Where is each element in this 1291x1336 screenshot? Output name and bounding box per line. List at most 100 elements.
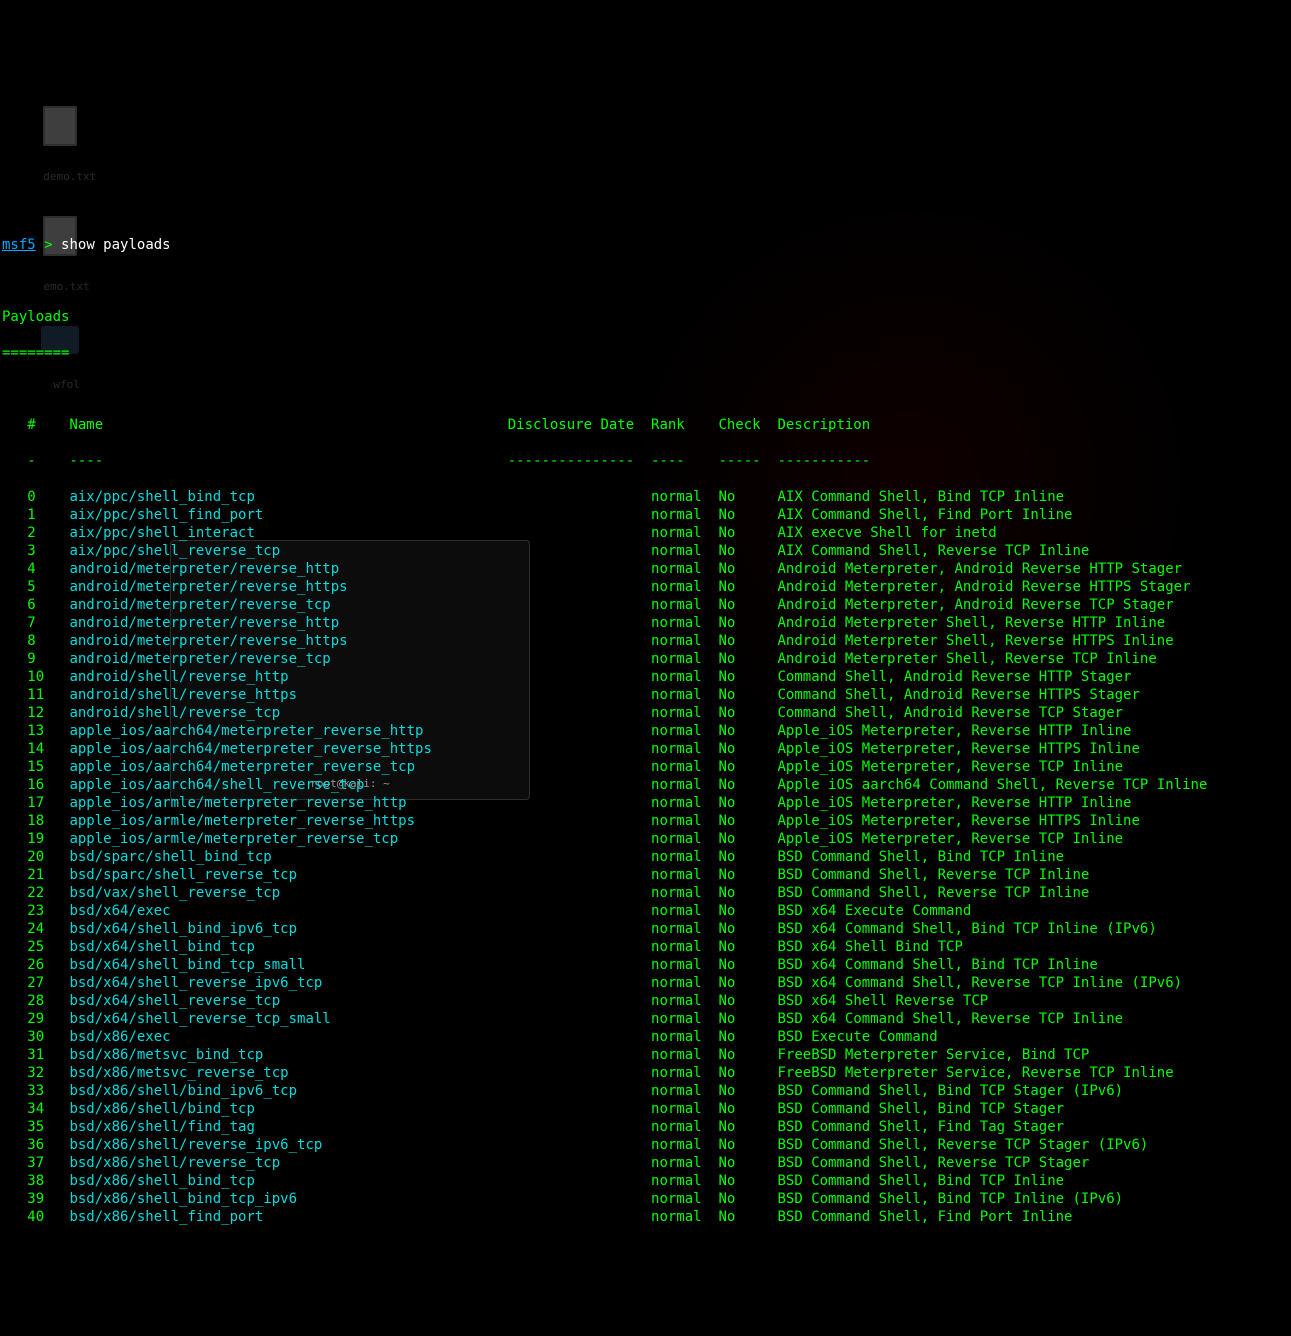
prompt-gt: > (44, 237, 52, 253)
prompt-command: show payloads (61, 237, 171, 253)
row-idx: 18 (2, 813, 69, 829)
row-check: No (718, 1173, 777, 1189)
row-disclosure (508, 957, 651, 973)
row-name: aix/ppc/shell_find_port (69, 507, 507, 523)
row-name: bsd/sparc/shell_reverse_tcp (69, 867, 507, 883)
row-disclosure (508, 615, 651, 631)
row-idx: 28 (2, 993, 69, 1009)
table-row: 14 apple_ios/aarch64/meterpreter_reverse… (2, 740, 1289, 758)
row-rank: normal (651, 543, 718, 559)
row-description: Android Meterpreter Shell, Reverse HTTPS… (777, 633, 1173, 649)
row-disclosure (508, 687, 651, 703)
row-name: bsd/x86/shell_bind_tcp_ipv6 (69, 1191, 507, 1207)
row-rank: normal (651, 507, 718, 523)
row-idx: 8 (2, 633, 69, 649)
row-check: No (718, 741, 777, 757)
row-rank: normal (651, 1065, 718, 1081)
row-rank: normal (651, 993, 718, 1009)
row-name: bsd/x86/shell/bind_ipv6_tcp (69, 1083, 507, 1099)
row-description: BSD Execute Command (777, 1029, 937, 1045)
row-check: No (718, 759, 777, 775)
row-idx: 38 (2, 1173, 69, 1189)
row-disclosure (508, 1137, 651, 1153)
row-name: bsd/x64/shell_reverse_tcp_small (69, 1011, 507, 1027)
row-rank: normal (651, 885, 718, 901)
row-idx: 17 (2, 795, 69, 811)
row-description: Apple_iOS Meterpreter, Reverse TCP Inlin… (777, 759, 1123, 775)
table-row: 16 apple_ios/aarch64/shell_reverse_tcp n… (2, 776, 1289, 794)
row-description: Apple_iOS Meterpreter, Reverse TCP Inlin… (777, 831, 1123, 847)
row-rank: normal (651, 705, 718, 721)
table-row: 4 android/meterpreter/reverse_http norma… (2, 560, 1289, 578)
row-rank: normal (651, 1011, 718, 1027)
row-disclosure (508, 489, 651, 505)
row-rank: normal (651, 651, 718, 667)
row-name: aix/ppc/shell_reverse_tcp (69, 543, 507, 559)
row-rank: normal (651, 1101, 718, 1117)
row-name: bsd/x86/shell/bind_tcp (69, 1101, 507, 1117)
row-description: Android Meterpreter Shell, Reverse HTTP … (777, 615, 1165, 631)
row-check: No (718, 1137, 777, 1153)
row-name: bsd/x86/shell/reverse_ipv6_tcp (69, 1137, 507, 1153)
row-idx: 29 (2, 1011, 69, 1027)
row-name: apple_ios/armle/meterpreter_reverse_tcp (69, 831, 507, 847)
row-rank: normal (651, 903, 718, 919)
row-rank: normal (651, 1155, 718, 1171)
row-name: android/meterpreter/reverse_tcp (69, 651, 507, 667)
row-description: FreeBSD Meterpreter Service, Bind TCP (777, 1047, 1089, 1063)
row-disclosure (508, 1011, 651, 1027)
row-name: apple_ios/aarch64/shell_reverse_tcp (69, 777, 507, 793)
row-description: BSD x64 Command Shell, Reverse TCP Inlin… (777, 1011, 1123, 1027)
row-description: Apple_iOS Meterpreter, Reverse HTTP Inli… (777, 723, 1131, 739)
row-description: AIX Command Shell, Find Port Inline (777, 507, 1072, 523)
row-check: No (718, 579, 777, 595)
row-rank: normal (651, 579, 718, 595)
prompt-line[interactable]: msf5 > show payloads (2, 236, 1289, 254)
row-name: bsd/x86/exec (69, 1029, 507, 1045)
row-description: BSD Command Shell, Reverse TCP Stager (777, 1155, 1089, 1171)
row-description: Apple_iOS Meterpreter, Reverse HTTP Inli… (777, 795, 1131, 811)
row-check: No (718, 957, 777, 973)
table-row: 11 android/shell/reverse_https normal No… (2, 686, 1289, 704)
row-name: bsd/x86/shell/reverse_tcp (69, 1155, 507, 1171)
row-disclosure (508, 1101, 651, 1117)
row-description: BSD x64 Command Shell, Reverse TCP Inlin… (777, 975, 1182, 991)
row-check: No (718, 867, 777, 883)
row-description: BSD Command Shell, Bind TCP Inline (777, 1173, 1064, 1189)
terminal-output[interactable]: msf5 > show payloads Payloads ======== #… (0, 216, 1291, 1246)
row-description: BSD x64 Command Shell, Bind TCP Inline (777, 957, 1097, 973)
row-description: Apple iOS aarch64 Command Shell, Reverse… (777, 777, 1207, 793)
row-disclosure (508, 903, 651, 919)
row-name: android/meterpreter/reverse_https (69, 633, 507, 649)
row-name: android/shell/reverse_tcp (69, 705, 507, 721)
row-idx: 11 (2, 687, 69, 703)
row-name: bsd/x64/shell_bind_tcp_small (69, 957, 507, 973)
row-check: No (718, 507, 777, 523)
row-disclosure (508, 507, 651, 523)
row-disclosure (508, 777, 651, 793)
row-disclosure (508, 975, 651, 991)
row-description: AIX execve Shell for inetd (777, 525, 996, 541)
row-disclosure (508, 651, 651, 667)
row-disclosure (508, 885, 651, 901)
row-idx: 13 (2, 723, 69, 739)
row-disclosure (508, 795, 651, 811)
table-row: 7 android/meterpreter/reverse_http norma… (2, 614, 1289, 632)
table-row: 21 bsd/sparc/shell_reverse_tcp normal No… (2, 866, 1289, 884)
row-disclosure (508, 669, 651, 685)
row-check: No (718, 1101, 777, 1117)
row-idx: 40 (2, 1209, 69, 1225)
row-idx: 39 (2, 1191, 69, 1207)
blank-line (2, 272, 1289, 290)
table-row: 23 bsd/x64/exec normal No BSD x64 Execut… (2, 902, 1289, 920)
row-name: android/meterpreter/reverse_tcp (69, 597, 507, 613)
row-rank: normal (651, 831, 718, 847)
row-description: Apple_iOS Meterpreter, Reverse HTTPS Inl… (777, 813, 1139, 829)
row-rank: normal (651, 741, 718, 757)
row-description: BSD Command Shell, Find Port Inline (777, 1209, 1072, 1225)
row-check: No (718, 561, 777, 577)
table-row: 22 bsd/vax/shell_reverse_tcp normal No B… (2, 884, 1289, 902)
table-row: 10 android/shell/reverse_http normal No … (2, 668, 1289, 686)
row-rank: normal (651, 1119, 718, 1135)
row-check: No (718, 921, 777, 937)
